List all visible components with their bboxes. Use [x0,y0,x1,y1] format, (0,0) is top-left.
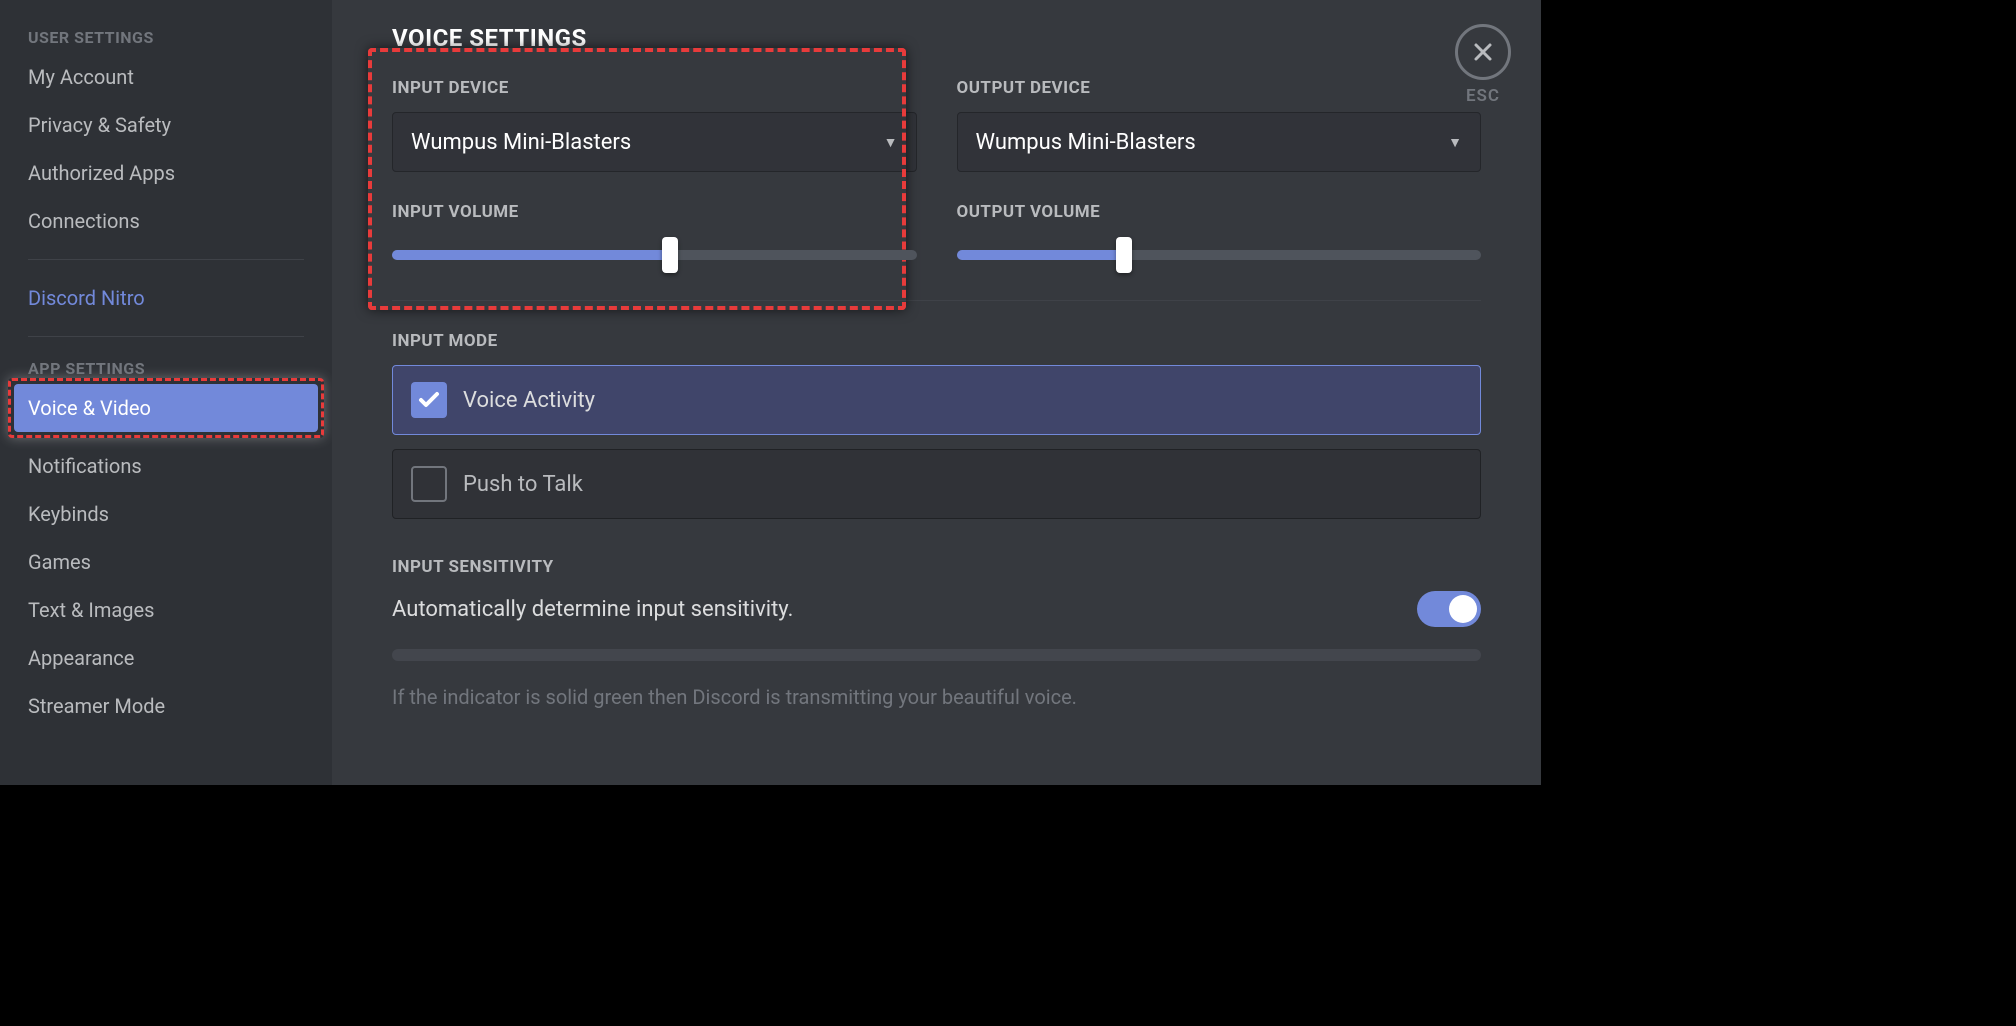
sidebar-item-appearance[interactable]: Appearance [14,634,318,682]
chevron-down-icon: ▼ [884,134,898,151]
output-device-value: Wumpus Mini-Blasters [976,130,1196,155]
sensitivity-bar [392,649,1481,661]
settings-window: USER SETTINGS My Account Privacy & Safet… [0,0,1541,785]
sidebar-item-discord-nitro[interactable]: Discord Nitro [14,274,318,322]
sidebar-item-connections[interactable]: Connections [14,197,318,245]
close-button[interactable] [1455,24,1511,80]
input-mode-voice-activity[interactable]: Voice Activity [392,365,1481,435]
output-volume-slider[interactable] [957,236,1482,274]
slider-track-fill [957,250,1125,260]
close-area: ESC [1455,24,1511,106]
toggle-knob [1449,595,1477,623]
output-device-select[interactable]: Wumpus Mini-Blasters ▼ [957,112,1482,172]
input-device-select[interactable]: Wumpus Mini-Blasters ▼ [392,112,917,172]
sensitivity-hint: If the indicator is solid green then Dis… [392,685,1481,709]
sidebar-item-games[interactable]: Games [14,538,318,586]
device-row: INPUT DEVICE Wumpus Mini-Blasters ▼ INPU… [392,78,1481,274]
checkbox-checked-icon [411,382,447,418]
output-device-label: OUTPUT DEVICE [957,78,1482,98]
input-device-label: INPUT DEVICE [392,78,917,98]
input-sensitivity-label: INPUT SENSITIVITY [392,557,1481,577]
slider-track-fill [392,250,670,260]
input-volume-label: INPUT VOLUME [392,202,917,222]
input-device-column: INPUT DEVICE Wumpus Mini-Blasters ▼ INPU… [392,78,917,274]
settings-sidebar: USER SETTINGS My Account Privacy & Safet… [0,0,332,785]
output-device-column: OUTPUT DEVICE Wumpus Mini-Blasters ▼ OUT… [957,78,1482,274]
settings-content: VOICE SETTINGS INPUT DEVICE Wumpus Mini-… [332,0,1541,785]
sidebar-item-authorized-apps[interactable]: Authorized Apps [14,149,318,197]
input-mode-label: INPUT MODE [392,331,1481,351]
sidebar-item-keybinds[interactable]: Keybinds [14,490,318,538]
auto-sensitivity-row: Automatically determine input sensitivit… [392,591,1481,627]
sidebar-header-user-settings: USER SETTINGS [14,20,318,53]
chevron-down-icon: ▼ [1448,134,1462,151]
sidebar-divider [28,259,304,260]
page-title: VOICE SETTINGS [392,24,1481,52]
mode-label: Voice Activity [463,388,595,413]
sidebar-divider [28,336,304,337]
section-divider [392,300,1481,301]
esc-label: ESC [1466,86,1500,106]
sidebar-item-privacy-safety[interactable]: Privacy & Safety [14,101,318,149]
input-device-value: Wumpus Mini-Blasters [411,130,631,155]
sidebar-item-text-images[interactable]: Text & Images [14,586,318,634]
auto-sensitivity-toggle[interactable] [1417,591,1481,627]
sidebar-item-my-account[interactable]: My Account [14,53,318,101]
highlight-voice-video: Voice & Video [8,378,324,438]
sidebar-item-notifications[interactable]: Notifications [14,442,318,490]
slider-thumb[interactable] [662,237,678,273]
input-volume-slider[interactable] [392,236,917,274]
slider-thumb[interactable] [1116,237,1132,273]
auto-sensitivity-text: Automatically determine input sensitivit… [392,597,793,622]
checkbox-unchecked-icon [411,466,447,502]
sidebar-item-voice-video[interactable]: Voice & Video [14,384,318,432]
input-mode-push-to-talk[interactable]: Push to Talk [392,449,1481,519]
output-volume-label: OUTPUT VOLUME [957,202,1482,222]
sidebar-item-streamer-mode[interactable]: Streamer Mode [14,682,318,730]
mode-label: Push to Talk [463,472,583,497]
